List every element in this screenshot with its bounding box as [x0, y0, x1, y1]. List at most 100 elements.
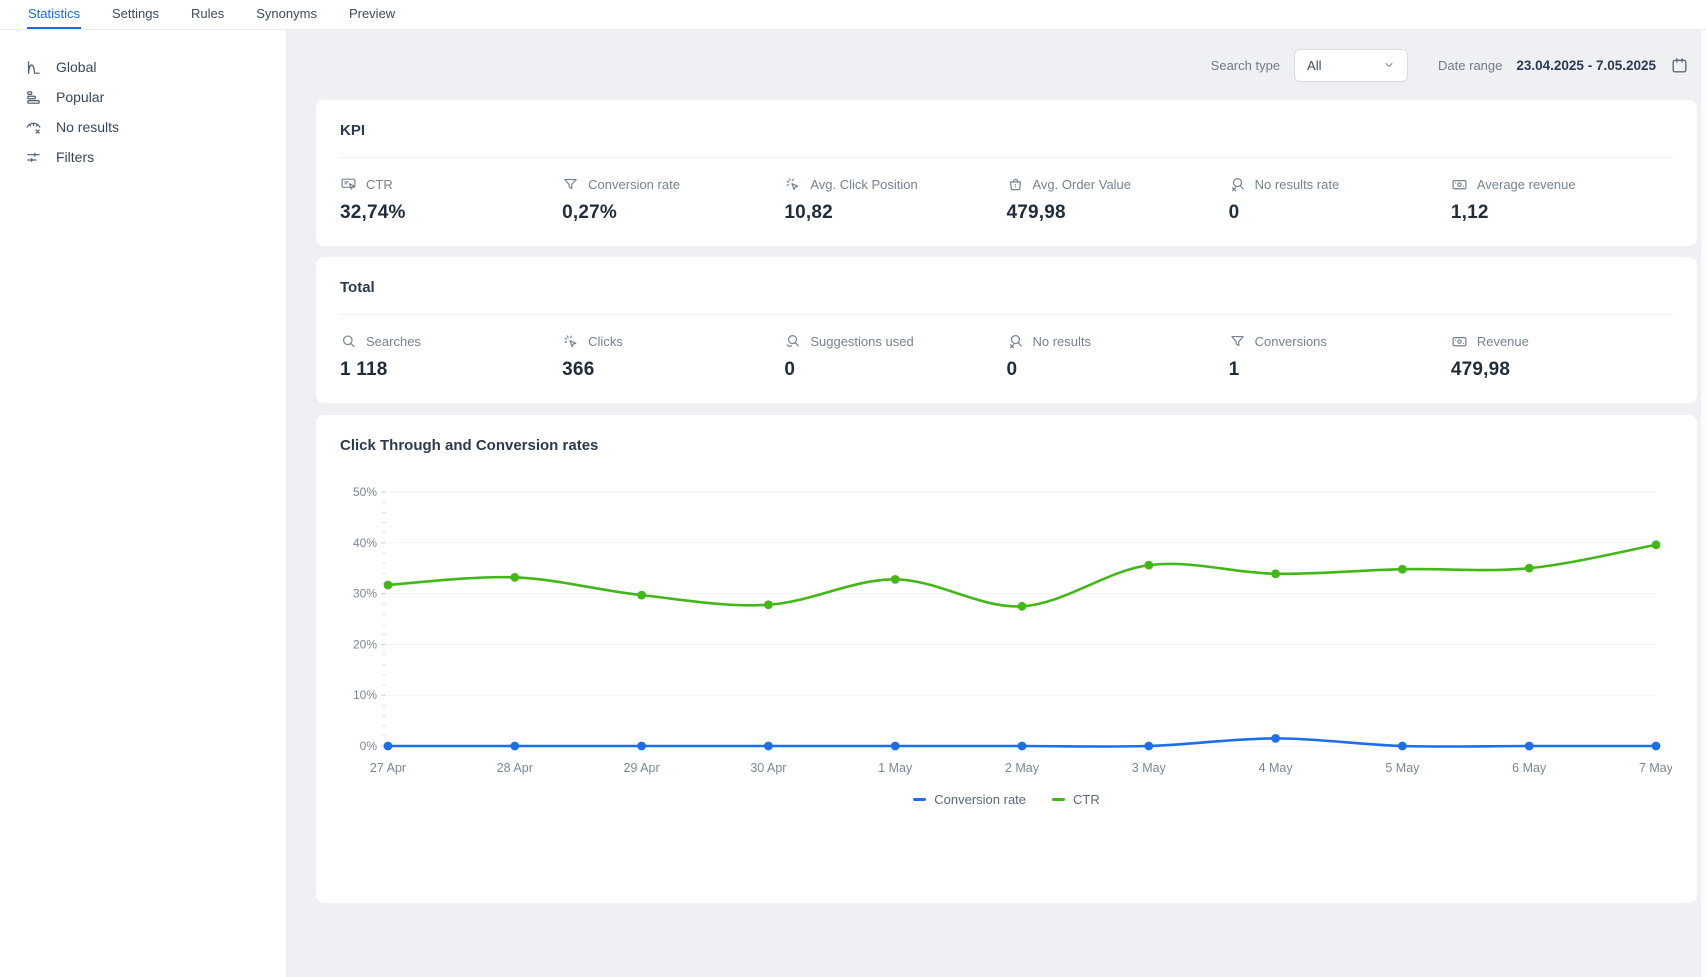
tab-label: Statistics: [28, 6, 80, 21]
svg-text:3 May: 3 May: [1132, 761, 1167, 775]
filter-lines-icon: [25, 149, 42, 166]
metric-header: Avg. Order Value: [1007, 176, 1229, 193]
metric-label: Revenue: [1477, 334, 1529, 349]
date-range-value[interactable]: 23.04.2025 - 7.05.2025: [1516, 58, 1656, 73]
tab-rules[interactable]: Rules: [190, 0, 225, 29]
metric-header: Average revenue: [1451, 176, 1673, 193]
svg-text:50%: 50%: [353, 485, 377, 499]
bag-icon: [1007, 176, 1024, 193]
svg-text:0%: 0%: [360, 739, 378, 753]
metric-value: 1: [1229, 359, 1451, 381]
tab-label: Preview: [349, 6, 395, 21]
svg-text:30%: 30%: [353, 587, 377, 601]
metric-header: Revenue: [1451, 333, 1673, 350]
filter-bar: Search type All Date range 23.04.2025 - …: [316, 30, 1697, 100]
chart-card: Click Through and Conversion rates 0%10%…: [316, 415, 1697, 903]
tab-label: Rules: [191, 6, 224, 21]
metric-value: 479,98: [1007, 202, 1229, 224]
chart-legend: Conversion rate CTR: [340, 792, 1673, 807]
search-suggest-icon: [784, 333, 801, 350]
metric-avg-click-position: Avg. Click Position 10,82: [784, 176, 1006, 224]
legend-label: CTR: [1073, 792, 1100, 807]
svg-text:27 Apr: 27 Apr: [370, 761, 406, 775]
search-type-value: All: [1307, 58, 1321, 73]
search-x-icon: [1229, 176, 1246, 193]
ctr-conversion-chart: 0%10%20%30%40%50%27 Apr28 Apr29 Apr30 Ap…: [340, 480, 1673, 780]
metric-label: Suggestions used: [810, 334, 913, 349]
metric-no-results-rate: No results rate 0: [1229, 176, 1451, 224]
metric-revenue: Revenue479,98: [1451, 333, 1673, 381]
search-type-select[interactable]: All: [1294, 49, 1408, 82]
sidebar-item-popular[interactable]: Popular: [0, 82, 286, 112]
metric-label: No results rate: [1255, 177, 1340, 192]
metric-header: Clicks: [562, 333, 784, 350]
metric-value: 1 118: [340, 359, 562, 381]
chevron-down-icon: [1383, 59, 1395, 71]
sidebar-item-filters[interactable]: Filters: [0, 142, 286, 172]
metric-ctr: CTR32,74%: [340, 176, 562, 224]
svg-text:5 May: 5 May: [1385, 761, 1420, 775]
svg-text:10%: 10%: [353, 688, 377, 702]
click-icon: [784, 176, 801, 193]
legend-marker: [913, 798, 926, 802]
top-navigation: Statistics Settings Rules Synonyms Previ…: [0, 0, 1706, 30]
metric-label: Conversion rate: [588, 177, 680, 192]
sidebar-item-no-results[interactable]: No results: [0, 112, 286, 142]
metric-conversion-rate: Conversion rate 0,27%: [562, 176, 784, 224]
sidebar-item-label: No results: [56, 119, 119, 135]
tab-statistics[interactable]: Statistics: [27, 0, 81, 29]
kpi-card-title: KPI: [340, 122, 1673, 139]
metric-header: Conversions: [1229, 333, 1451, 350]
svg-text:28 Apr: 28 Apr: [497, 761, 533, 775]
date-range-label: Date range: [1438, 58, 1502, 73]
metric-label: No results: [1033, 334, 1092, 349]
kpi-card: KPI CTR32,74%Conversion rate0,27%Avg. Cl…: [316, 100, 1697, 246]
metric-value: 10,82: [784, 202, 1006, 224]
metric-clicks: Clicks 366: [562, 333, 784, 381]
click-icon: [562, 333, 579, 350]
metric-label: Average revenue: [1477, 177, 1576, 192]
metric-no-results: No results 0: [1007, 333, 1229, 381]
svg-text:6 May: 6 May: [1512, 761, 1547, 775]
sidebar-item-global[interactable]: Global: [0, 52, 286, 82]
metric-searches: Searches 1 118: [340, 333, 562, 381]
total-card-title: Total: [340, 279, 1673, 296]
metric-avg-order-value: Avg. Order Value 479,98: [1007, 176, 1229, 224]
metric-label: Avg. Click Position: [810, 177, 917, 192]
total-metrics-row: Searches1 118Clicks366Suggestions used0N…: [340, 333, 1673, 381]
tab-label: Synonyms: [256, 6, 317, 21]
ctr-icon: [340, 176, 357, 193]
metric-value: 0: [1007, 359, 1229, 381]
sidebar-item-label: Popular: [56, 89, 104, 105]
metric-label: Avg. Order Value: [1033, 177, 1132, 192]
search-x-icon: [1007, 333, 1024, 350]
metric-value: 366: [562, 359, 784, 381]
tab-preview[interactable]: Preview: [348, 0, 396, 29]
tab-synonyms[interactable]: Synonyms: [255, 0, 318, 29]
chart-icon: [25, 59, 42, 76]
kpi-metrics-row: CTR32,74%Conversion rate0,27%Avg. Click …: [340, 176, 1673, 224]
metric-value: 0: [1229, 202, 1451, 224]
svg-text:29 Apr: 29 Apr: [624, 761, 660, 775]
metric-label: Conversions: [1255, 334, 1327, 349]
metric-value: 1,12: [1451, 202, 1673, 224]
calendar-icon[interactable]: [1670, 56, 1689, 75]
tab-settings[interactable]: Settings: [111, 0, 160, 29]
legend-item-conversion-rate[interactable]: Conversion rate: [913, 792, 1026, 807]
sidebar: Global Popular No results Filters: [0, 30, 287, 977]
svg-text:30 Apr: 30 Apr: [750, 761, 786, 775]
scrollbar-track[interactable]: [1701, 30, 1706, 977]
metric-average-revenue: Average revenue 1,12: [1451, 176, 1673, 224]
svg-text:7 May: 7 May: [1639, 761, 1672, 775]
metric-value: 32,74%: [340, 202, 562, 224]
legend-marker: [1052, 798, 1065, 802]
sidebar-item-label: Global: [56, 59, 96, 75]
metric-header: Conversion rate: [562, 176, 784, 193]
metric-label: Searches: [366, 334, 421, 349]
banknote-icon: [1451, 176, 1468, 193]
metric-header: Searches: [340, 333, 562, 350]
legend-item-ctr[interactable]: CTR: [1052, 792, 1100, 807]
metric-value: 0,27%: [562, 202, 784, 224]
metric-header: Avg. Click Position: [784, 176, 1006, 193]
search-type-label: Search type: [1211, 58, 1280, 73]
